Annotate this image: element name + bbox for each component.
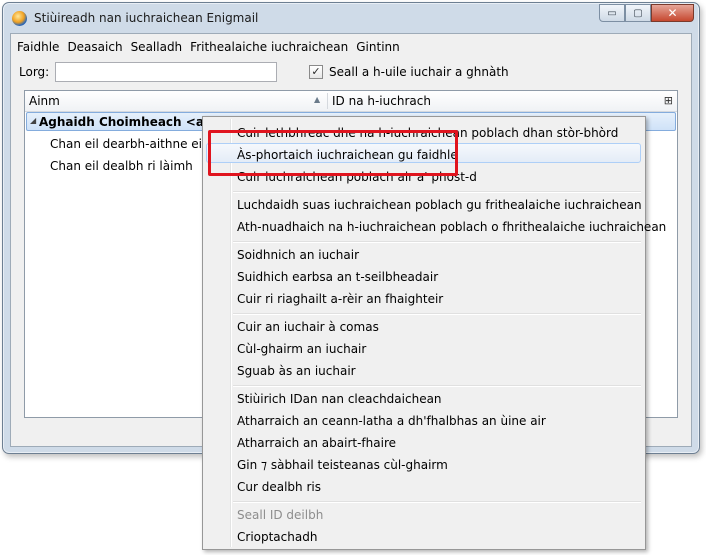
menu-item-change-expiry[interactable]: Atharraich an ceann-latha a dh'fhalbhas …: [237, 414, 546, 428]
menu-item-disable-key[interactable]: Cuir an iuchair à comas: [237, 320, 379, 334]
column-header-name[interactable]: Ainm: [29, 94, 60, 108]
menu-separator: [233, 385, 641, 387]
title-bar[interactable]: Stiùireadh nan iuchraichean Enigmail ▭ ▢…: [3, 3, 699, 33]
menu-item-add-recipient-rule[interactable]: Cuir ri riaghailt a-rèir an fhaighteir: [237, 292, 443, 306]
maximize-button[interactable]: ▢: [625, 4, 651, 22]
menu-item-generate-revocation[interactable]: Gin ⁊ sàbhail teisteanas cùl-ghairm: [237, 458, 448, 472]
column-picker-icon[interactable]: ⊞: [664, 94, 673, 107]
column-divider[interactable]: [327, 93, 328, 109]
photo-cell: Chan eil dealbh ri làimh: [50, 159, 193, 173]
show-all-keys-label[interactable]: Seall a h-uile iuchair a ghnàth: [329, 65, 509, 79]
menu-item-upload-to-keyserver[interactable]: Luchdaidh suas iuchraichean poblach gu f…: [237, 198, 642, 212]
search-input[interactable]: [55, 62, 277, 82]
menu-item-sign-key[interactable]: Soidhnich an iuchair: [237, 248, 359, 262]
menu-file[interactable]: Faidhle: [17, 40, 59, 58]
menu-item-set-owner-trust[interactable]: Suidhich earbsa an t-seilbheadair: [237, 270, 438, 284]
menu-item-show-photo-id: Seall ID deilbh: [237, 508, 324, 522]
sort-ascending-icon: ▲: [314, 95, 321, 104]
menu-edit[interactable]: Deasaich: [67, 40, 122, 58]
menu-item-add-photo[interactable]: Cur dealbh ris: [237, 480, 321, 494]
annotation-highlight-box: [208, 130, 458, 176]
expand-twisty-icon[interactable]: ◢: [30, 116, 36, 125]
context-menu: Cuir lethbhreac dhe na h-iuchraichean po…: [202, 116, 666, 550]
menu-separator: [233, 313, 641, 315]
menu-generate[interactable]: Gintinn: [356, 40, 400, 58]
menu-separator: [233, 241, 641, 243]
tree-header: Ainm ▲ ID na h-iuchrach ⊞: [25, 91, 677, 112]
column-header-key-id[interactable]: ID na h-iuchrach: [332, 94, 431, 108]
window-title: Stiùireadh nan iuchraichean Enigmail: [34, 11, 259, 25]
menu-item-delete-key[interactable]: Sguab às an iuchair: [237, 364, 356, 378]
enigmail-app-icon: [12, 11, 27, 26]
menu-keyserver[interactable]: Frithealaiche iuchraichean: [190, 40, 348, 58]
search-row: Lorg: ✓ Seall a h-uile iuchair a ghnàth: [17, 62, 677, 84]
show-all-keys-checkbox[interactable]: ✓: [309, 65, 323, 79]
menu-view[interactable]: Sealladh: [131, 40, 183, 58]
window-controls: ▭ ▢ ✕: [599, 4, 694, 23]
menu-separator: [233, 501, 641, 503]
menu-item-revoke-key[interactable]: Cùl-ghairm an iuchair: [237, 342, 366, 356]
menu-item-encryption[interactable]: Crioptachadh: [237, 530, 317, 544]
menu-icon-gutter: [230, 119, 232, 547]
search-label: Lorg:: [19, 65, 50, 79]
minimize-button[interactable]: ▭: [599, 4, 625, 22]
menu-bar: Faidhle Deasaich Sealladh Frithealaiche …: [17, 40, 408, 58]
menu-item-manage-user-ids[interactable]: Stiùirich IDan nan cleachdaichean: [237, 392, 442, 406]
menu-item-refresh-from-keyserver[interactable]: Ath-nuadhaich na h-iuchraichean poblach …: [237, 220, 666, 234]
menu-item-change-passphrase[interactable]: Atharraich an abairt-fhaire: [237, 436, 396, 450]
menu-separator: [233, 191, 641, 193]
close-button[interactable]: ✕: [651, 4, 694, 22]
